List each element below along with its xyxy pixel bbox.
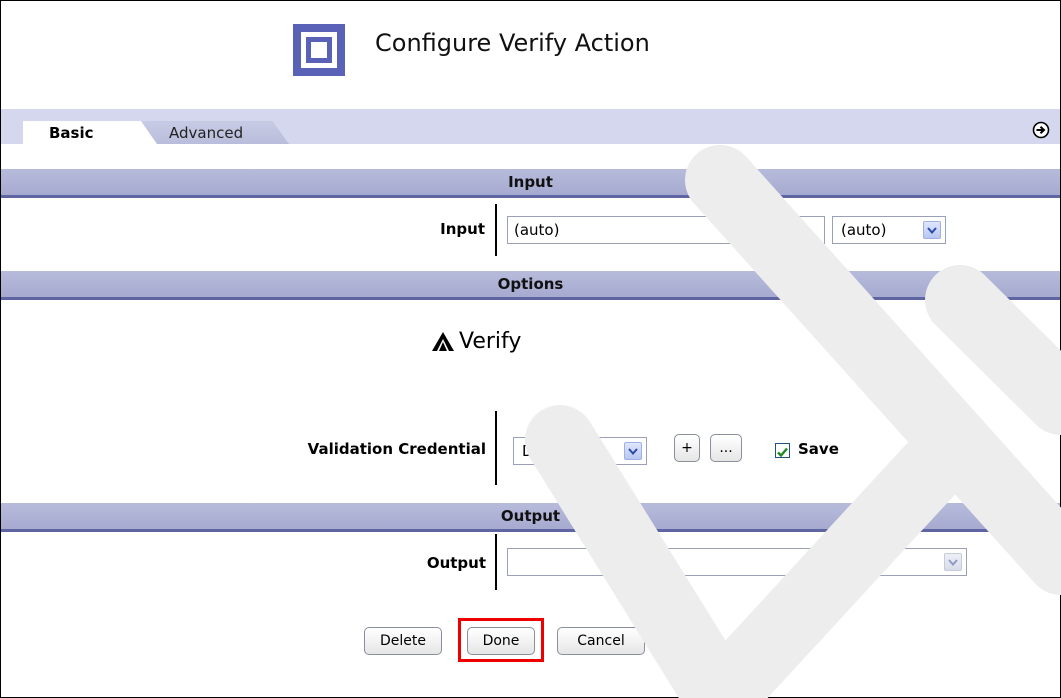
input-divider xyxy=(495,204,497,256)
credential-value: DataPower xyxy=(522,442,604,460)
add-credential-button[interactable]: + xyxy=(674,434,700,462)
output-type-select[interactable]: (auto) xyxy=(832,548,967,576)
output-type-value: (auto) xyxy=(841,553,887,571)
input-field[interactable] xyxy=(507,216,825,244)
chevron-down-icon[interactable] xyxy=(944,553,962,571)
output-section-header: Output xyxy=(1,503,1060,532)
input-section-header: Input xyxy=(1,169,1060,198)
verify-action-icon xyxy=(432,331,454,351)
output-field[interactable] xyxy=(507,548,825,576)
validation-credential-label: Validation Credential xyxy=(307,440,486,458)
checkmark-icon xyxy=(777,447,788,458)
tab-basic[interactable]: Basic xyxy=(23,121,157,144)
save-label: Save xyxy=(798,440,839,458)
options-divider xyxy=(495,411,497,485)
output-divider xyxy=(495,534,497,590)
verify-heading: Verify xyxy=(431,329,521,354)
cancel-button[interactable]: Cancel xyxy=(557,627,645,655)
delete-button[interactable]: Delete xyxy=(364,627,442,655)
validation-credential-select[interactable]: DataPower xyxy=(513,437,647,465)
done-highlight-box xyxy=(458,618,544,662)
options-section-header: Options xyxy=(1,271,1060,300)
arrow-right-circle-icon[interactable] xyxy=(1032,121,1050,139)
input-type-value: (auto) xyxy=(841,221,887,239)
square-logo-icon xyxy=(293,24,345,76)
output-label: Output xyxy=(426,554,486,572)
dialog-frame: Configure Verify Action Advanced Basic I… xyxy=(0,0,1061,698)
verify-title: Verify xyxy=(459,329,522,354)
page-title: Configure Verify Action xyxy=(375,29,650,57)
input-label: Input xyxy=(440,220,485,238)
browse-credential-button[interactable]: ... xyxy=(710,434,742,462)
save-checkbox[interactable] xyxy=(775,443,790,458)
input-type-select[interactable]: (auto) xyxy=(832,216,946,244)
chevron-down-icon[interactable] xyxy=(923,221,941,239)
tab-bar: Advanced Basic xyxy=(1,109,1060,144)
chevron-down-icon[interactable] xyxy=(624,442,642,460)
